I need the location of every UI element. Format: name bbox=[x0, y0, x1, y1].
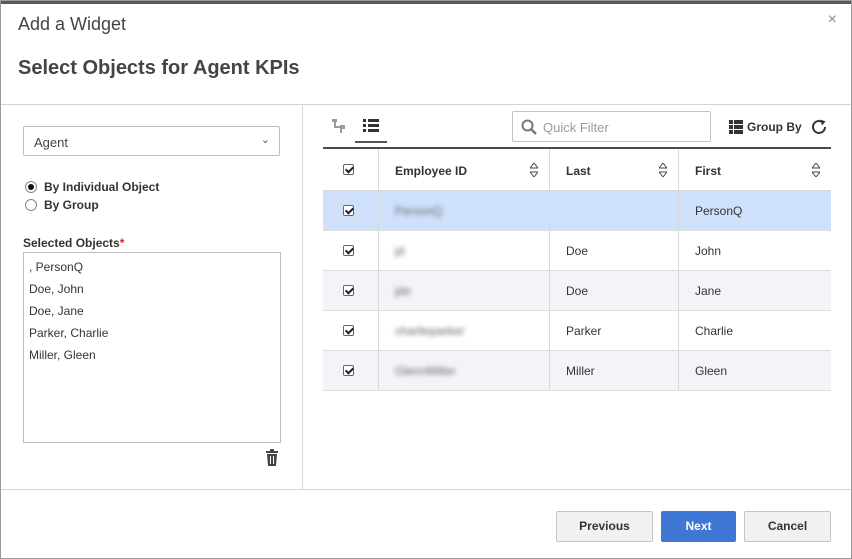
row-select-cell bbox=[323, 271, 379, 310]
last-name-cell: Doe bbox=[550, 271, 679, 310]
last-name-cell: Miller bbox=[550, 351, 679, 390]
sort-icon[interactable] bbox=[812, 163, 820, 177]
dialog-title: Add a Widget bbox=[18, 14, 127, 34]
active-view-indicator bbox=[355, 141, 387, 143]
footer-divider bbox=[1, 489, 851, 490]
first-name-value: Charlie bbox=[695, 324, 734, 338]
first-name-value: John bbox=[695, 244, 722, 258]
last-name-value: Miller bbox=[566, 364, 595, 378]
column-header-last[interactable]: Last bbox=[550, 149, 679, 190]
column-header-employee-id[interactable]: Employee ID bbox=[379, 149, 550, 190]
cancel-button[interactable]: Cancel bbox=[744, 511, 831, 542]
employee-id-cell: GlennMiller bbox=[379, 351, 550, 390]
table-row[interactable]: PersonQ PersonQ bbox=[323, 191, 831, 231]
employee-id-value: PersonQ bbox=[395, 204, 443, 218]
panel-divider bbox=[302, 105, 303, 489]
last-name-value: Doe bbox=[566, 244, 589, 258]
next-button[interactable]: Next bbox=[661, 511, 736, 542]
employee-id-cell: PersonQ bbox=[379, 191, 550, 230]
row-checkbox[interactable] bbox=[343, 245, 354, 256]
sort-icon[interactable] bbox=[530, 163, 538, 177]
required-mark: * bbox=[119, 236, 125, 250]
grid-icon bbox=[729, 120, 743, 134]
last-name-cell bbox=[550, 191, 679, 230]
list-item[interactable]: Doe, Jane bbox=[29, 304, 84, 318]
previous-button[interactable]: Previous bbox=[556, 511, 653, 542]
row-checkbox[interactable] bbox=[343, 325, 354, 336]
employee-id-cell: jd bbox=[379, 231, 550, 270]
sort-icon[interactable] bbox=[659, 163, 667, 177]
first-name-value: Gleen bbox=[695, 364, 728, 378]
list-item[interactable]: Parker, Charlie bbox=[29, 326, 108, 340]
column-header-label: First bbox=[695, 164, 722, 178]
employee-id-value: GlennMiller bbox=[395, 364, 456, 378]
table-row[interactable]: GlennMiller Miller Gleen bbox=[323, 351, 831, 391]
search-icon bbox=[521, 119, 537, 135]
quick-filter-input[interactable] bbox=[543, 118, 703, 136]
group-by-button[interactable]: Group By bbox=[729, 118, 802, 136]
radio-by-individual-label: By Individual Object bbox=[44, 180, 160, 194]
selected-objects-label: Selected Objects* bbox=[23, 236, 124, 250]
object-type-select[interactable]: Agent ⌄ bbox=[23, 126, 280, 156]
row-select-cell bbox=[323, 351, 379, 390]
table-row[interactable]: jde Doe Jane bbox=[323, 271, 831, 311]
last-name-cell: Doe bbox=[550, 231, 679, 270]
column-header-label: Last bbox=[566, 164, 591, 178]
employee-id-cell: jde bbox=[379, 271, 550, 310]
page-title: Select Objects for Agent KPIs bbox=[18, 57, 300, 79]
first-name-cell: Charlie bbox=[679, 311, 831, 350]
row-select-cell bbox=[323, 231, 379, 270]
grid-header: Employee ID Last First bbox=[323, 149, 831, 191]
first-name-cell: Gleen bbox=[679, 351, 831, 390]
list-item[interactable]: Miller, Gleen bbox=[29, 348, 96, 362]
list-item[interactable]: Doe, John bbox=[29, 282, 84, 296]
table-row[interactable]: jd Doe John bbox=[323, 231, 831, 271]
employee-id-cell: charlieparker bbox=[379, 311, 550, 350]
column-header-first[interactable]: First bbox=[679, 149, 831, 190]
dialog-top-border bbox=[1, 1, 851, 4]
first-name-value: PersonQ bbox=[695, 204, 743, 218]
first-name-cell: Jane bbox=[679, 271, 831, 310]
radio-button-selected[interactable] bbox=[25, 181, 37, 193]
selected-objects-list[interactable]: , PersonQ Doe, John Doe, Jane Parker, Ch… bbox=[23, 252, 281, 443]
first-name-cell: PersonQ bbox=[679, 191, 831, 230]
close-icon[interactable]: × bbox=[828, 11, 837, 29]
employee-id-value: jde bbox=[395, 284, 412, 298]
list-item[interactable]: , PersonQ bbox=[29, 260, 83, 274]
select-all-checkbox[interactable] bbox=[343, 164, 354, 175]
selected-objects-label-text: Selected Objects bbox=[23, 236, 120, 250]
row-checkbox[interactable] bbox=[343, 285, 354, 296]
column-header-label: Employee ID bbox=[395, 164, 468, 178]
radio-button-unselected[interactable] bbox=[25, 199, 37, 211]
row-checkbox[interactable] bbox=[343, 365, 354, 376]
last-name-value: Doe bbox=[566, 284, 589, 298]
row-select-cell bbox=[323, 191, 379, 230]
first-name-cell: John bbox=[679, 231, 831, 270]
employee-id-value: charlieparker bbox=[395, 324, 465, 338]
quick-filter[interactable] bbox=[512, 111, 711, 142]
add-widget-dialog: Add a Widget × Select Objects for Agent … bbox=[0, 0, 852, 559]
first-name-value: Jane bbox=[695, 284, 722, 298]
list-view-icon[interactable] bbox=[363, 119, 379, 133]
chevron-down-icon: ⌄ bbox=[260, 134, 270, 146]
refresh-icon[interactable] bbox=[810, 118, 828, 136]
object-type-value: Agent bbox=[34, 135, 68, 150]
header-divider bbox=[1, 104, 851, 105]
radio-by-group[interactable]: By Group bbox=[25, 198, 99, 212]
row-checkbox[interactable] bbox=[343, 205, 354, 216]
radio-by-group-label: By Group bbox=[44, 198, 99, 212]
table-row[interactable]: charlieparker Parker Charlie bbox=[323, 311, 831, 351]
row-select-cell bbox=[323, 311, 379, 350]
radio-by-individual[interactable]: By Individual Object bbox=[25, 180, 159, 194]
last-name-cell: Parker bbox=[550, 311, 679, 350]
employee-id-value: jd bbox=[395, 244, 405, 258]
header-select-all-cell bbox=[323, 149, 379, 190]
trash-icon[interactable] bbox=[265, 449, 279, 466]
tree-view-icon[interactable] bbox=[332, 119, 346, 133]
last-name-value: Parker bbox=[566, 324, 602, 338]
group-by-label: Group By bbox=[747, 120, 802, 134]
